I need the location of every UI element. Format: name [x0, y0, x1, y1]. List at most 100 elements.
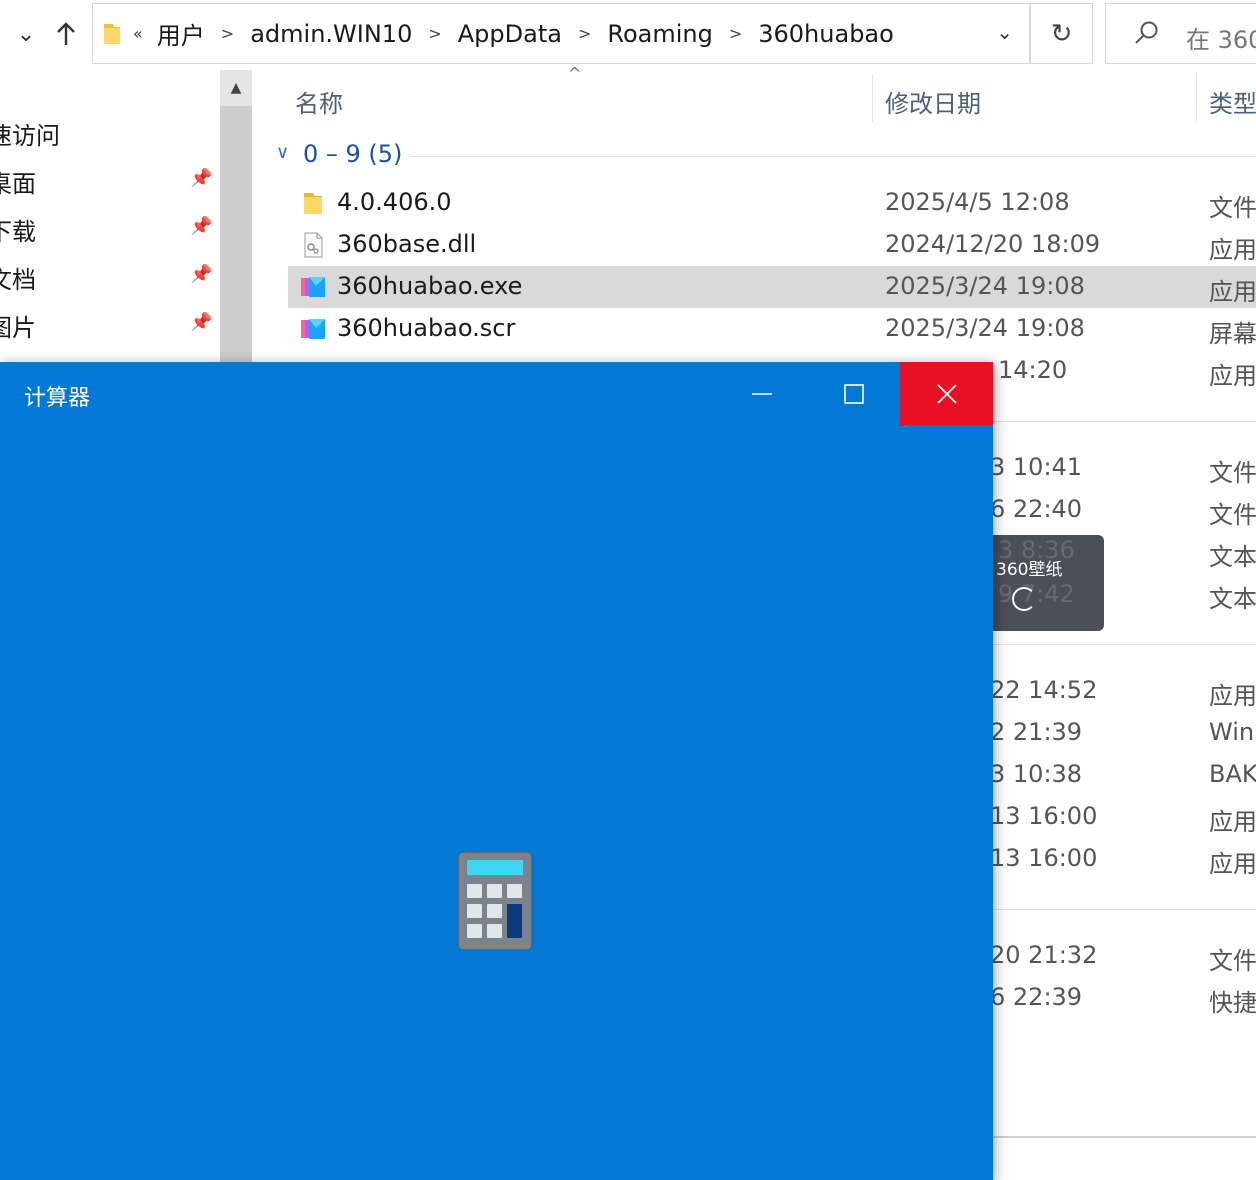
file-date: 6 22:40	[990, 495, 1083, 523]
file-type: 文件	[1209, 947, 1256, 975]
file-type: 文本	[1209, 585, 1256, 613]
nav-item-label: 速访问	[0, 122, 60, 150]
scrollbar-thumb[interactable]	[220, 106, 252, 370]
file-type: BAK	[1209, 760, 1256, 788]
window-title: 计算器	[24, 386, 91, 411]
column-header-type[interactable]: 类型	[1209, 74, 1256, 122]
breadcrumb-item[interactable]: 360huabao	[758, 20, 894, 48]
file-date: 2024/12/20 18:09	[885, 230, 1101, 258]
file-date: 14:20	[998, 356, 1068, 384]
navigation-pane: 速访问 桌面 📌 下载 📌 文档 📌 图片 📌	[0, 70, 220, 370]
close-button[interactable]	[900, 362, 993, 425]
scroll-up-arrow-icon[interactable]: ▲	[220, 70, 252, 106]
pin-icon: 📌	[190, 312, 213, 333]
file-type: 文件	[1209, 194, 1256, 222]
breadcrumb-item[interactable]: admin.WIN10	[250, 20, 412, 48]
wallpaper-logo: 360壁纸	[996, 560, 1063, 580]
column-divider[interactable]	[872, 74, 873, 122]
file-row[interactable]: 360base.dll 2024/12/20 18:09 应用	[288, 224, 1256, 266]
file-date: 22 14:52	[990, 676, 1098, 704]
breadcrumb-item[interactable]: 用户	[157, 16, 205, 51]
address-bar[interactable]: « 用户 > admin.WIN10 > AppData > Roaming >…	[92, 3, 1030, 64]
recent-locations-chevron-icon[interactable]: ⌄	[8, 16, 44, 52]
column-header-label: 修改日期	[885, 90, 981, 118]
breadcrumb-overflow[interactable]: «	[133, 24, 143, 43]
group-divider	[410, 156, 1256, 157]
file-row-selected[interactable]: 360huabao.exe 2025/3/24 19:08 应用	[288, 266, 1256, 308]
column-divider[interactable]	[1196, 74, 1197, 122]
group-divider	[992, 644, 1256, 645]
nav-item-label: 桌面	[0, 170, 36, 198]
breadcrumb-separator-icon[interactable]: >	[428, 24, 441, 43]
nav-item-documents[interactable]: 文档 📌	[0, 254, 220, 294]
file-row[interactable]: 360huabao.scr 2025/3/24 19:08 屏幕	[288, 308, 1256, 350]
file-row[interactable]: 4.0.406.0 2025/4/5 12:08 文件	[288, 182, 1256, 224]
explorer-toolbar: ⌄ « 用户 > admin.WIN10 > AppData > Roaming…	[0, 0, 1256, 70]
nav-scrollbar[interactable]: ▲	[220, 70, 252, 370]
dll-file-icon	[300, 232, 326, 258]
address-dropdown-chevron-icon[interactable]: ⌄	[996, 20, 1013, 44]
breadcrumb: « 用户 > admin.WIN10 > AppData > Roaming >…	[133, 4, 894, 63]
file-date: 6 22:39	[990, 983, 1083, 1011]
up-arrow-button[interactable]	[48, 16, 84, 52]
nav-item-quick-access[interactable]: 速访问	[0, 110, 220, 150]
collapse-chevron-icon[interactable]: ∨	[276, 142, 289, 163]
maximize-button[interactable]	[808, 362, 900, 425]
pin-icon: 📌	[190, 216, 213, 237]
calculator-app-icon	[458, 852, 532, 954]
nav-item-label: 文档	[0, 266, 36, 294]
file-date: 2025/4/5 12:08	[885, 188, 1070, 216]
breadcrumb-separator-icon[interactable]: >	[729, 24, 742, 43]
file-type: 应用	[1209, 682, 1256, 710]
file-name: 360base.dll	[337, 230, 477, 258]
nav-item-pictures[interactable]: 图片 📌	[0, 302, 220, 342]
breadcrumb-separator-icon[interactable]: >	[578, 24, 591, 43]
file-date: 2025/3/24 19:08	[885, 314, 1085, 342]
file-date: 3 10:41	[990, 453, 1083, 481]
search-icon	[1134, 20, 1160, 50]
file-date: 2 21:39	[990, 718, 1083, 746]
folder-icon	[101, 22, 123, 50]
nav-item-downloads[interactable]: 下载 📌	[0, 206, 220, 246]
app-icon	[300, 316, 326, 342]
column-header-label: 名称	[295, 90, 343, 118]
maximize-icon	[844, 383, 864, 404]
folder-icon	[300, 190, 326, 216]
up-arrow-icon	[57, 22, 75, 45]
search-box[interactable]: 在 360	[1105, 3, 1256, 64]
nav-item-desktop[interactable]: 桌面 📌	[0, 158, 220, 198]
group-divider	[992, 909, 1256, 910]
nav-item-label: 下载	[0, 218, 36, 246]
file-type: 快捷	[1209, 989, 1256, 1017]
calculator-window[interactable]: 计算器	[0, 362, 993, 1180]
group-header[interactable]: ∨ 0 – 9 (5)	[270, 136, 1256, 176]
column-header-date[interactable]: 修改日期	[885, 74, 1195, 122]
file-type: 屏幕	[1209, 320, 1256, 348]
close-icon	[936, 383, 957, 404]
refresh-button[interactable]: ↻	[1030, 3, 1093, 64]
group-name: 0 – 9 (5)	[303, 140, 403, 168]
nav-item-label: 图片	[0, 314, 36, 342]
breadcrumb-item[interactable]: AppData	[458, 20, 562, 48]
file-name: 4.0.406.0	[337, 188, 452, 216]
file-type: 应用	[1209, 362, 1256, 390]
file-date: 3 10:38	[990, 760, 1083, 788]
file-type: 应用	[1209, 850, 1256, 878]
file-name: 360huabao.scr	[337, 314, 516, 342]
breadcrumb-separator-icon[interactable]: >	[221, 24, 234, 43]
file-type: 应用	[1209, 278, 1256, 306]
refresh-icon: ↻	[1050, 18, 1073, 49]
file-name: 360huabao.exe	[337, 272, 523, 300]
breadcrumb-item[interactable]: Roaming	[607, 20, 712, 48]
column-header-name[interactable]: 名称	[295, 74, 871, 122]
file-date: 13 16:00	[990, 844, 1098, 872]
search-placeholder: 在 360	[1186, 26, 1256, 54]
column-header-label: 类型	[1209, 90, 1256, 118]
obscured-file-date: 9 7:42	[998, 580, 1075, 608]
pin-icon: 📌	[190, 264, 213, 285]
file-type: 文件	[1209, 459, 1256, 487]
app-icon	[300, 274, 326, 300]
file-type: 应用	[1209, 236, 1256, 264]
group-divider	[992, 421, 1256, 422]
minimize-button[interactable]	[716, 362, 808, 425]
